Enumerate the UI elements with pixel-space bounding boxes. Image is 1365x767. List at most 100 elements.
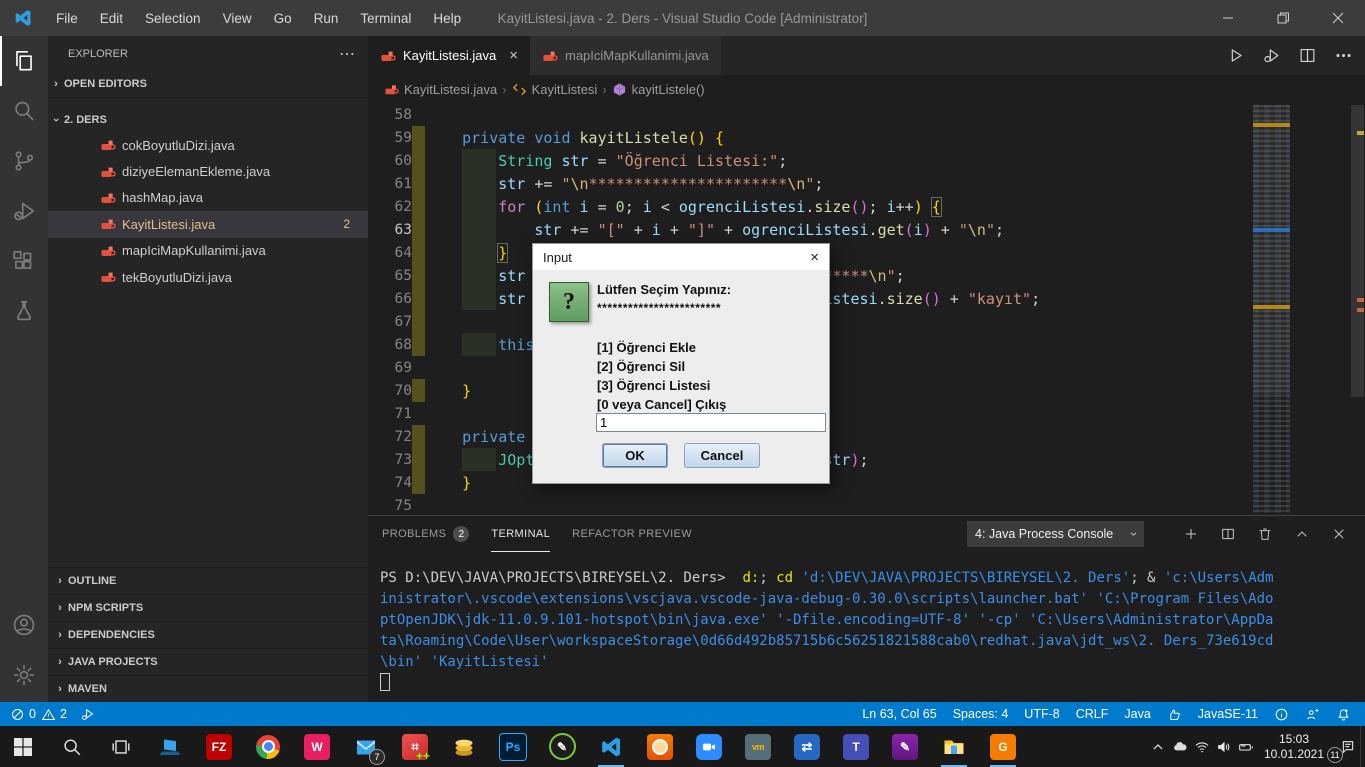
taskbar-vscode[interactable] bbox=[588, 726, 634, 767]
choice-input[interactable] bbox=[596, 413, 826, 432]
battery-icon[interactable] bbox=[1235, 726, 1257, 767]
split-editor-button[interactable] bbox=[1298, 46, 1317, 65]
taskbar-filezilla[interactable]: FZ bbox=[196, 726, 242, 767]
tray-chevron-icon[interactable] bbox=[1147, 726, 1169, 767]
menu-selection[interactable]: Selection bbox=[134, 11, 212, 26]
terminal-selector[interactable]: 4: Java Process Console › bbox=[967, 521, 1144, 547]
language-mode[interactable]: Java bbox=[1124, 707, 1150, 721]
code-line-60[interactable]: 60 String str = "Öğrenci Listesi:"; bbox=[368, 149, 1253, 172]
file-item-tekBoyutluDizi.java[interactable]: tekBoyutluDizi.java bbox=[48, 264, 368, 290]
taskbar-photoshop[interactable]: Ps bbox=[490, 726, 536, 767]
taskbar-task-view[interactable] bbox=[98, 726, 144, 767]
code-line-63[interactable]: 63 str += "[" + i + "]" + ogrenciListesi… bbox=[368, 218, 1253, 241]
warnings-indicator[interactable]: 2 bbox=[41, 707, 67, 722]
menu-run[interactable]: Run bbox=[303, 11, 350, 26]
onedrive-cloud-icon[interactable] bbox=[1169, 726, 1191, 767]
tab-mapIciMapKullanimi.java[interactable]: mapIciMapKullanimi.java bbox=[529, 36, 722, 75]
menu-help[interactable]: Help bbox=[422, 11, 472, 26]
menu-go[interactable]: Go bbox=[263, 11, 303, 26]
menu-edit[interactable]: Edit bbox=[89, 11, 134, 26]
taskbar-teams[interactable]: T bbox=[833, 726, 879, 767]
minimize-button[interactable] bbox=[1200, 0, 1255, 36]
taskbar-file-explorer[interactable] bbox=[931, 726, 977, 767]
ok-button[interactable]: OK bbox=[602, 443, 668, 468]
breadcrumb-item[interactable]: KayitListesi bbox=[532, 82, 598, 97]
activity-source-control-icon[interactable] bbox=[0, 136, 48, 186]
open-editors-section[interactable]: › OPEN EDITORS bbox=[48, 71, 368, 98]
run-button[interactable] bbox=[1226, 46, 1245, 65]
activity-settings-icon[interactable] bbox=[0, 650, 48, 700]
sidebar-section-java-projects[interactable]: › JAVA PROJECTS bbox=[48, 648, 368, 675]
activity-run-debug-icon[interactable] bbox=[0, 186, 48, 236]
tab-close-icon[interactable]: × bbox=[509, 47, 518, 64]
cursor-position[interactable]: Ln 63, Col 65 bbox=[862, 707, 936, 721]
menu-terminal[interactable]: Terminal bbox=[349, 11, 422, 26]
more-actions-icon[interactable]: ⋯ bbox=[339, 44, 356, 64]
restore-button[interactable] bbox=[1255, 0, 1310, 36]
debug-run-button[interactable] bbox=[1262, 46, 1281, 65]
show-desktop-strip[interactable] bbox=[1360, 726, 1365, 767]
taskbar-start[interactable] bbox=[0, 726, 46, 767]
activity-explorer-icon[interactable] bbox=[0, 36, 48, 86]
sidebar-section-npm-scripts[interactable]: › NPM SCRIPTS bbox=[48, 594, 368, 621]
folder-root[interactable]: › 2. DERS bbox=[48, 108, 368, 132]
eol-sequence[interactable]: CRLF bbox=[1076, 707, 1109, 721]
tab-KayitListesi.java[interactable]: KayitListesi.java × bbox=[368, 36, 530, 75]
file-item-diziyeElemanEkleme.java[interactable]: diziyeElemanEkleme.java bbox=[48, 158, 368, 184]
taskbar-card-reader[interactable]: ⌗ ++ bbox=[392, 726, 438, 767]
dialog-title-bar[interactable]: Input × bbox=[533, 244, 829, 270]
panel-tab-refactor-preview[interactable]: REFACTOR PREVIEW bbox=[572, 516, 692, 552]
sidebar-section-dependencies[interactable]: › DEPENDENCIES bbox=[48, 621, 368, 648]
minimap-slider[interactable] bbox=[1253, 105, 1290, 395]
file-item-KayitListesi.java[interactable]: KayitListesi.java 2 bbox=[48, 211, 368, 238]
code-line-58[interactable]: 58 bbox=[368, 103, 1253, 126]
taskbar-my-computer[interactable] bbox=[147, 726, 193, 767]
taskbar-zoom[interactable] bbox=[686, 726, 732, 767]
feedback-icon[interactable] bbox=[1167, 707, 1182, 722]
sidebar-section-maven[interactable]: › MAVEN bbox=[48, 675, 368, 702]
more-actions-button[interactable] bbox=[1334, 46, 1353, 65]
panel-tab-problems[interactable]: PROBLEMS 2 bbox=[382, 516, 470, 552]
menu-file[interactable]: File bbox=[45, 11, 89, 26]
errors-indicator[interactable]: 0 bbox=[10, 707, 36, 722]
code-line-61[interactable]: 61 str += "\n**********************\n"; bbox=[368, 172, 1253, 195]
taskbar-coins[interactable] bbox=[441, 726, 487, 767]
terminal-output[interactable]: PS D:\DEV\JAVA\PROJECTS\BIREYSEL\2. Ders… bbox=[380, 568, 1274, 695]
taskbar-chrome[interactable] bbox=[245, 726, 291, 767]
sidebar-section-outline[interactable]: › OUTLINE bbox=[48, 567, 368, 594]
cancel-button[interactable]: Cancel bbox=[684, 443, 760, 468]
taskbar-wampserver[interactable]: W bbox=[294, 726, 340, 767]
close-panel-button[interactable] bbox=[1331, 526, 1347, 542]
breadcrumb-item[interactable]: KayitListesi.java bbox=[404, 82, 497, 97]
menu-view[interactable]: View bbox=[212, 11, 263, 26]
code-line-59[interactable]: 59 private void kayitListele() { bbox=[368, 126, 1253, 149]
feedback-person-icon[interactable] bbox=[1305, 707, 1320, 722]
taskbar-pen-tool[interactable]: ✎ bbox=[539, 726, 585, 767]
java-runtime[interactable]: JavaSE-11 bbox=[1198, 707, 1258, 721]
kill-terminal-button[interactable] bbox=[1257, 526, 1273, 542]
volume-icon[interactable] bbox=[1213, 726, 1235, 767]
activity-extensions-icon[interactable] bbox=[0, 236, 48, 286]
dialog-close-icon[interactable]: × bbox=[810, 249, 819, 266]
vscode-logo-icon[interactable] bbox=[13, 8, 33, 28]
taskbar-purple-editor[interactable]: ✎ bbox=[882, 726, 928, 767]
encoding[interactable]: UTF-8 bbox=[1024, 707, 1059, 721]
activity-account-icon[interactable] bbox=[0, 600, 48, 650]
taskbar-gpdf[interactable]: G bbox=[980, 726, 1026, 767]
close-button[interactable] bbox=[1310, 0, 1365, 36]
taskbar-vmware[interactable]: vm bbox=[735, 726, 781, 767]
indentation[interactable]: Spaces: 4 bbox=[953, 707, 1009, 721]
breadcrumb-item[interactable]: kayitListele() bbox=[632, 82, 705, 97]
split-terminal-button[interactable] bbox=[1220, 526, 1236, 542]
maximize-panel-button[interactable] bbox=[1294, 526, 1310, 542]
taskbar-teamviewer[interactable]: ⇄ bbox=[784, 726, 830, 767]
file-item-hashMap.java[interactable]: hashMap.java bbox=[48, 185, 368, 211]
panel-tab-terminal[interactable]: TERMINAL bbox=[491, 516, 550, 552]
info-icon[interactable] bbox=[1274, 707, 1289, 722]
notifications-bell-icon[interactable] bbox=[1336, 707, 1351, 722]
debug-console-icon[interactable] bbox=[80, 707, 95, 722]
taskbar-mail[interactable]: 7 bbox=[343, 726, 389, 767]
file-item-mapIciMapKullanimi.java[interactable]: mapIciMapKullanimi.java bbox=[48, 238, 368, 264]
taskbar-clock[interactable]: 15:03 10.01.2021 bbox=[1257, 732, 1331, 762]
code-line-75[interactable]: 75 bbox=[368, 494, 1253, 515]
